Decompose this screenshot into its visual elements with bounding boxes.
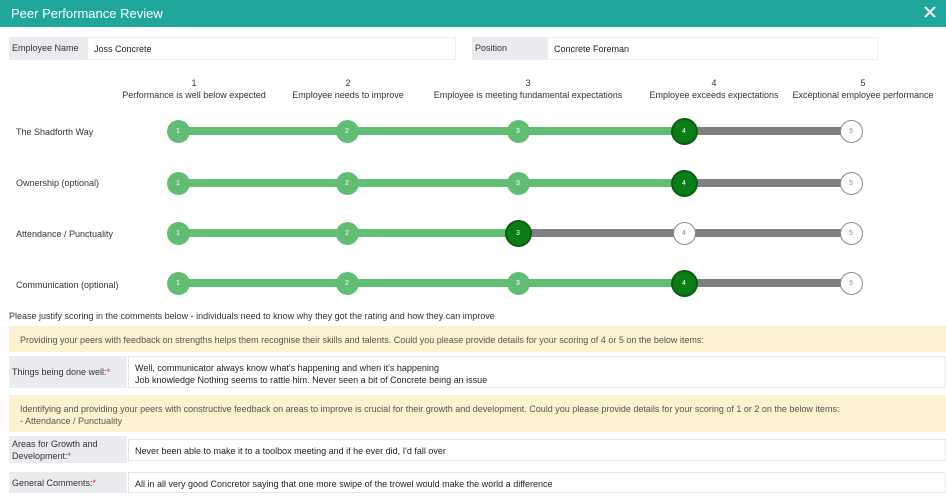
- window-title: Peer Performance Review: [11, 6, 163, 21]
- improve-notice: Identifying and providing your peers wit…: [9, 395, 946, 432]
- close-icon[interactable]: [922, 4, 938, 20]
- rating-option-4[interactable]: 4: [672, 221, 696, 245]
- rating-label-attendance: Attendance / Punctuality: [16, 229, 114, 239]
- scale-text: Employee is meeting fundamental expectat…: [433, 90, 623, 100]
- track-filled: [178, 179, 684, 187]
- scale-number: 2: [345, 78, 351, 88]
- rating-option-1[interactable]: 1: [166, 221, 190, 245]
- scale-header-5: 5 Exceptional employee performance: [788, 77, 938, 101]
- rating-option-3[interactable]: 3: [506, 119, 530, 143]
- rating-option-4[interactable]: 4: [672, 171, 696, 195]
- track-empty: [684, 279, 851, 287]
- rating-label-ownership: Ownership (optional): [16, 178, 100, 188]
- position-label: Position: [472, 37, 547, 60]
- rating-option-5[interactable]: 5: [839, 119, 863, 143]
- strengths-notice: Providing your peers with feedback on st…: [9, 326, 946, 352]
- growth-textarea[interactable]: Never been able to make it to a toolbox …: [128, 439, 946, 461]
- done-well-label: Things being done well:*: [9, 356, 127, 388]
- done-well-textarea[interactable]: Well, communicator always know what's ha…: [128, 356, 946, 388]
- rating-option-5[interactable]: 5: [839, 221, 863, 245]
- growth-label-line-2: Development:: [12, 451, 68, 461]
- scale-number: 4: [711, 78, 717, 88]
- track-empty: [684, 179, 851, 187]
- rating-option-2[interactable]: 2: [335, 221, 359, 245]
- track-empty: [684, 127, 851, 135]
- general-comments-textarea[interactable]: All in all very good Concretor saying th…: [128, 472, 946, 493]
- rating-option-3[interactable]: 3: [506, 221, 530, 245]
- employee-name-label: Employee Name: [9, 37, 87, 60]
- improve-notice-text: Identifying and providing your peers wit…: [20, 404, 840, 414]
- scale-text: Employee exceeds expectations: [649, 90, 779, 100]
- done-well-label-text: Things being done well:: [12, 367, 107, 377]
- required-marker: *: [67, 451, 72, 461]
- scale-number: 5: [860, 78, 866, 88]
- general-comments-label: General Comments:*: [9, 472, 127, 493]
- rating-option-1[interactable]: 1: [166, 171, 190, 195]
- scale-header-4: 4 Employee exceeds expectations: [634, 77, 794, 101]
- scale-text: Employee needs to improve: [292, 90, 404, 100]
- scale-number: 3: [525, 78, 531, 88]
- rating-option-1[interactable]: 1: [166, 119, 190, 143]
- scale-header-3: 3 Employee is meeting fundamental expect…: [418, 77, 638, 101]
- employee-name-field[interactable]: Joss Concrete: [87, 37, 456, 60]
- scale-number: 1: [191, 78, 197, 88]
- rating-option-5[interactable]: 5: [839, 171, 863, 195]
- scale-text: Exceptional employee performance: [792, 90, 934, 100]
- scale-header-2: 2 Employee needs to improve: [268, 77, 428, 101]
- rating-option-2[interactable]: 2: [335, 271, 359, 295]
- track-filled: [178, 127, 684, 135]
- title-bar: Peer Performance Review: [0, 0, 946, 27]
- justify-instructions: Please justify scoring in the comments b…: [9, 311, 495, 321]
- rating-option-4[interactable]: 4: [672, 271, 696, 295]
- track-filled: [178, 279, 684, 287]
- growth-label-line-1: Areas for Growth and: [12, 439, 98, 449]
- position-field[interactable]: Concrete Foreman: [547, 37, 878, 60]
- growth-label: Areas for Growth and Development:*: [9, 436, 127, 463]
- rating-option-2[interactable]: 2: [335, 171, 359, 195]
- rating-option-2[interactable]: 2: [335, 119, 359, 143]
- rating-option-3[interactable]: 3: [506, 271, 530, 295]
- required-marker: *: [106, 367, 111, 377]
- general-comments-label-text: General Comments:: [12, 478, 93, 488]
- scale-header-1: 1 Performance is well below expected: [104, 77, 284, 101]
- rating-label-shadforth-way: The Shadforth Way: [16, 127, 94, 137]
- rating-label-communication: Communication (optional): [16, 280, 119, 290]
- required-marker: *: [92, 478, 97, 488]
- improve-notice-item: - Attendance / Punctuality: [20, 416, 123, 426]
- scale-text: Performance is well below expected: [122, 90, 266, 100]
- rating-option-3[interactable]: 3: [506, 171, 530, 195]
- rating-option-1[interactable]: 1: [166, 271, 190, 295]
- rating-option-4[interactable]: 4: [672, 119, 696, 143]
- rating-option-5[interactable]: 5: [839, 271, 863, 295]
- done-well-line-2: Job knowledge Nothing seems to rattle hi…: [135, 375, 488, 385]
- done-well-line-1: Well, communicator always know what's ha…: [135, 363, 439, 373]
